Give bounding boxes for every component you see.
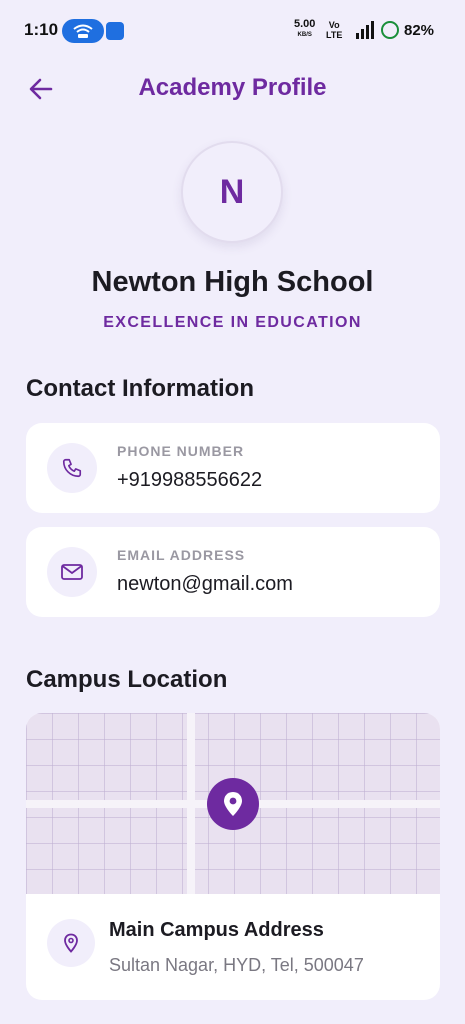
net-speed: 5.00 KB/S — [294, 18, 316, 39]
notification-icon — [106, 22, 124, 40]
hotspot-indicator — [62, 19, 104, 43]
email-label: EMAIL ADDRESS — [117, 547, 246, 563]
contact-section-title: Contact Information — [26, 375, 254, 402]
map-marker-icon[interactable] — [207, 778, 259, 830]
map-pin-icon — [47, 919, 95, 967]
avatar-initial: N — [219, 172, 245, 211]
school-tagline: EXCELLENCE IN EDUCATION — [103, 314, 362, 331]
status-time: 1:10 — [24, 20, 59, 39]
page-title: Academy Profile — [138, 74, 327, 101]
email-value[interactable]: newton@gmail.com — [117, 573, 293, 596]
school-name: Newton High School — [91, 266, 374, 298]
location-section-title: Campus Location — [26, 666, 228, 693]
battery-percent: 82% — [404, 22, 435, 39]
address-text: Sultan Nagar, HYD, Tel, 500047 — [109, 955, 364, 975]
volte-indicator: Vo LTE — [326, 20, 343, 40]
battery-icon — [381, 21, 399, 39]
signal-icon — [356, 21, 374, 39]
campus-location-card[interactable]: Main Campus Address Sultan Nagar, HYD, T… — [26, 713, 440, 1000]
phone-label: PHONE NUMBER — [117, 443, 245, 459]
campus-map[interactable] — [26, 713, 440, 894]
mail-icon — [47, 547, 97, 597]
avatar: N — [181, 141, 283, 243]
email-card[interactable]: EMAIL ADDRESS newton@gmail.com — [26, 527, 440, 617]
phone-icon — [47, 443, 97, 493]
address-title: Main Campus Address — [109, 919, 324, 941]
phone-card[interactable]: PHONE NUMBER +919988556622 — [26, 423, 440, 513]
status-bar: 1:10 5.00 KB/S Vo LTE 82% — [0, 0, 465, 62]
phone-value[interactable]: +919988556622 — [117, 469, 262, 492]
wifi-icon — [73, 24, 93, 38]
